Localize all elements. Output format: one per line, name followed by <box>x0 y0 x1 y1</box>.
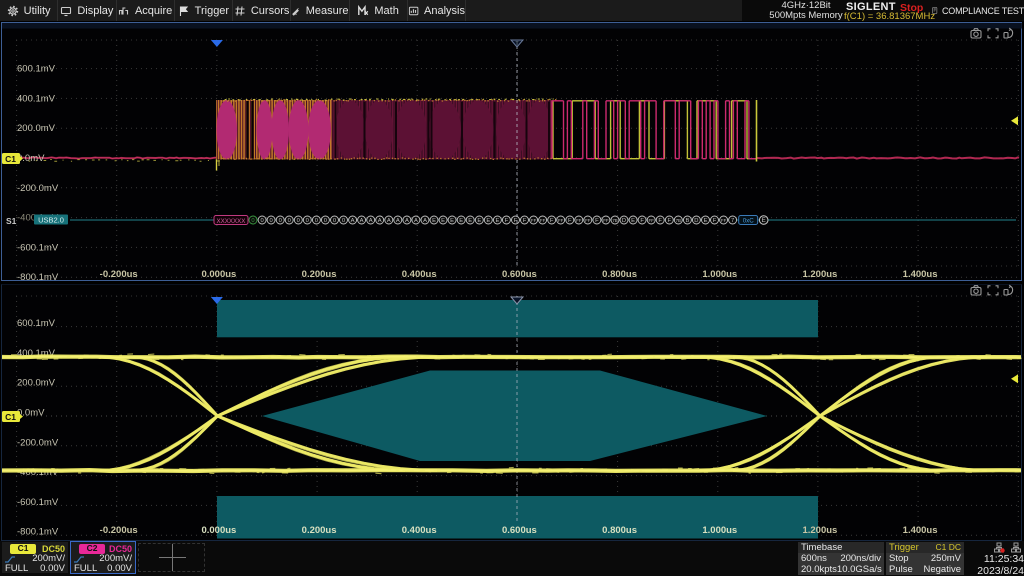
svg-text:F: F <box>658 218 662 224</box>
svg-text:-600.1mV: -600.1mV <box>17 242 59 253</box>
svg-text:A: A <box>405 218 409 224</box>
svg-text:FF: FF <box>576 218 582 223</box>
svg-text:E: E <box>450 218 454 224</box>
svg-text:0xC: 0xC <box>743 218 755 225</box>
svg-text:1.400us: 1.400us <box>903 525 938 536</box>
svg-text:F: F <box>523 218 527 224</box>
svg-text:F: F <box>640 218 644 224</box>
svg-text:B: B <box>685 218 689 224</box>
svg-text:E: E <box>459 218 463 224</box>
svg-text:0: 0 <box>315 218 318 224</box>
svg-text:E: E <box>477 218 481 224</box>
svg-text:E: E <box>762 217 766 224</box>
svg-text:A: A <box>387 218 391 224</box>
svg-text:0: 0 <box>251 218 254 224</box>
svg-text:FF: FF <box>558 218 564 223</box>
svg-text:0: 0 <box>306 218 309 224</box>
svg-text:E: E <box>631 218 635 224</box>
svg-text:600.1mV: 600.1mV <box>17 318 56 329</box>
svg-text:E: E <box>441 218 445 224</box>
svg-text:FF: FF <box>540 218 546 223</box>
svg-text:FF: FF <box>531 218 537 223</box>
svg-text:-200.0mV: -200.0mV <box>17 183 59 194</box>
svg-text:0: 0 <box>333 218 336 224</box>
svg-text:FF: FF <box>603 218 609 223</box>
svg-text:E: E <box>468 218 472 224</box>
svg-text:0: 0 <box>279 218 282 224</box>
svg-text:400.1mV: 400.1mV <box>17 93 56 104</box>
svg-text:E: E <box>704 218 708 224</box>
svg-text:0.800us: 0.800us <box>602 525 637 536</box>
svg-text:7B: 7B <box>676 218 681 223</box>
svg-text:D: D <box>622 218 626 224</box>
svg-text:1.400us: 1.400us <box>903 269 938 280</box>
svg-text:0.600us: 0.600us <box>502 525 537 536</box>
svg-text:1.000us: 1.000us <box>702 525 737 536</box>
svg-text:1.200us: 1.200us <box>802 525 837 536</box>
svg-text:F: F <box>713 218 717 224</box>
svg-text:E: E <box>486 218 490 224</box>
svg-text:A: A <box>351 218 355 224</box>
svg-text:-600.1mV: -600.1mV <box>17 497 59 508</box>
svg-text:E: E <box>432 218 436 224</box>
svg-text:E: E <box>495 218 499 224</box>
svg-text:1.000us: 1.000us <box>702 269 737 280</box>
svg-text:0: 0 <box>269 218 272 224</box>
svg-text:-0.200us: -0.200us <box>100 525 138 536</box>
svg-text:0.400us: 0.400us <box>402 525 437 536</box>
svg-text:-200.0mV: -200.0mV <box>17 437 59 448</box>
svg-text:C1: C1 <box>5 154 16 164</box>
svg-text:S1: S1 <box>6 216 17 226</box>
svg-text:0.800us: 0.800us <box>602 269 637 280</box>
svg-text:-800.1mV: -800.1mV <box>17 527 59 538</box>
svg-text:F: F <box>568 218 572 224</box>
svg-text:7B: 7B <box>612 218 617 223</box>
svg-text:XXXXXXX: XXXXXXX <box>217 218 246 225</box>
svg-text:0.400us: 0.400us <box>402 269 437 280</box>
svg-text:200.0mV: 200.0mV <box>17 378 56 389</box>
svg-text:0: 0 <box>342 218 345 224</box>
svg-text:0: 0 <box>260 218 263 224</box>
svg-text:-0.200us: -0.200us <box>100 269 138 280</box>
svg-text:A: A <box>396 218 400 224</box>
svg-text:200.0mV: 200.0mV <box>17 123 56 134</box>
svg-text:T: T <box>515 42 518 48</box>
svg-text:0.000us: 0.000us <box>201 525 236 536</box>
svg-text:USB2.0: USB2.0 <box>38 216 64 225</box>
svg-text:A: A <box>378 218 382 224</box>
svg-text:-800.1mV: -800.1mV <box>17 272 59 283</box>
svg-text:A: A <box>360 218 364 224</box>
svg-text:0: 0 <box>297 218 300 224</box>
svg-text:F: F <box>550 218 554 224</box>
svg-text:A: A <box>423 218 427 224</box>
svg-text:A: A <box>414 218 418 224</box>
svg-text:0.200us: 0.200us <box>302 269 337 280</box>
svg-text:7: 7 <box>731 218 734 224</box>
svg-text:A: A <box>369 218 373 224</box>
svg-text:FF: FF <box>721 218 727 223</box>
svg-text:0.600us: 0.600us <box>502 269 537 280</box>
svg-text:0.200us: 0.200us <box>302 525 337 536</box>
svg-text:0.000us: 0.000us <box>201 269 236 280</box>
svg-text:600.1mV: 600.1mV <box>17 64 56 75</box>
svg-text:C1: C1 <box>5 412 16 422</box>
svg-text:F: F <box>595 218 599 224</box>
svg-text:0: 0 <box>324 218 327 224</box>
svg-text:1.200us: 1.200us <box>802 269 837 280</box>
svg-text:FF: FF <box>649 218 655 223</box>
svg-text:0: 0 <box>288 218 291 224</box>
svg-text:D: D <box>694 218 698 224</box>
svg-text:F: F <box>668 218 672 224</box>
svg-text:F: F <box>505 218 509 224</box>
svg-text:FF: FF <box>585 218 591 223</box>
